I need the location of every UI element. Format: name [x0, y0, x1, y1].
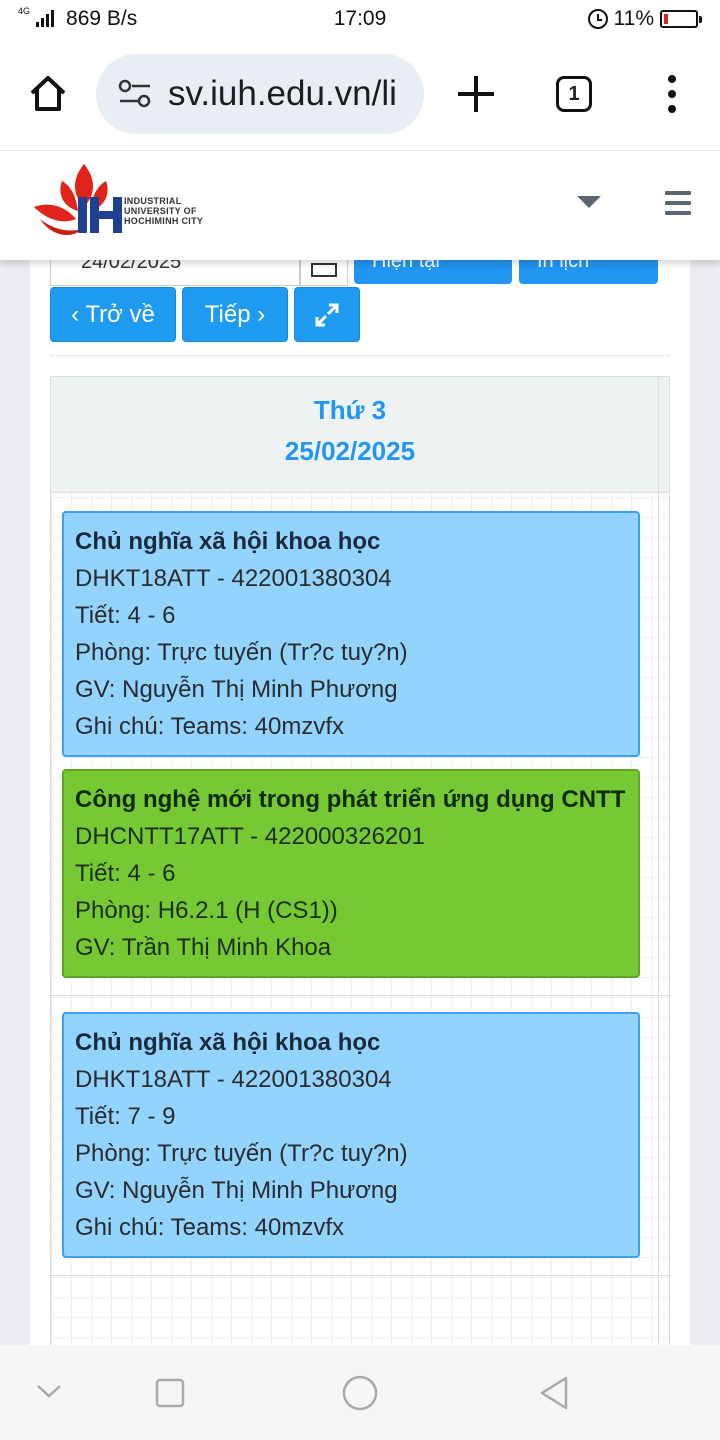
- day-date: 25/02/2025: [284, 436, 416, 466]
- event-periods: Tiết: 4 - 6: [75, 602, 176, 629]
- event-note: Ghi chú: Teams: 40mzvfx: [75, 1214, 344, 1241]
- hamburger-menu-icon[interactable]: [665, 191, 691, 215]
- battery-icon: [660, 10, 702, 28]
- date-toolbar: 24/02/2025 Hiện tại In lịch: [50, 260, 660, 286]
- event-title: Công nghệ mới trong phát triển ứng dụng …: [75, 786, 626, 813]
- current-week-button[interactable]: Hiện tại: [354, 260, 512, 284]
- browser-menu-button[interactable]: [666, 75, 678, 113]
- event-room: Phòng: H6.2.1 (H (CS1)): [75, 897, 338, 924]
- page-body: 24/02/2025 Hiện tại In lịch ‹ Trở về Tiế…: [0, 260, 720, 1345]
- date-input[interactable]: 24/02/2025: [50, 260, 300, 286]
- tab-switcher-button[interactable]: 1: [556, 76, 592, 112]
- home-icon: [30, 76, 66, 111]
- schedule-grid: Thứ 3 25/02/2025 Chủ nghĩa xã hội khoa h…: [50, 376, 670, 1345]
- calendar-icon: [311, 263, 337, 277]
- logo-caption: INDUSTRIAL UNIVERSITY OF HOCHIMINH CITY: [124, 196, 204, 226]
- site-header: INDUSTRIAL UNIVERSITY OF HOCHIMINH CITY: [0, 150, 720, 260]
- event-periods: Tiết: 4 - 6: [75, 860, 176, 887]
- system-navigation-bar: [0, 1345, 720, 1440]
- status-bar: 4G 869 B/s 17:09 11%: [0, 0, 720, 38]
- url-text[interactable]: sv.iuh.edu.vn/li: [168, 74, 397, 114]
- navigation-buttons: ‹ Trở về Tiếp ›: [50, 287, 360, 342]
- previous-week-button[interactable]: ‹ Trở về: [50, 287, 176, 342]
- network-type: 4G: [18, 6, 31, 16]
- home-button[interactable]: [20, 66, 76, 122]
- event-room: Phòng: Trực tuyến (Tr?c tuy?n): [75, 1140, 408, 1167]
- battery-percent: 11%: [613, 7, 654, 30]
- schedule-event[interactable]: Công nghệ mới trong phát triển ứng dụng …: [62, 769, 640, 978]
- chevron-down-icon[interactable]: [36, 1383, 62, 1399]
- divider: [50, 355, 670, 356]
- day-header: Thứ 3 25/02/2025: [51, 377, 669, 493]
- network-speed: 869 B/s: [66, 7, 138, 30]
- event-teacher: GV: Trần Thị Minh Khoa: [75, 934, 332, 961]
- schedule-event[interactable]: Chủ nghĩa xã hội khoa học DHKT18ATT - 42…: [62, 511, 640, 757]
- schedule-panel: 24/02/2025 Hiện tại In lịch ‹ Trở về Tiế…: [30, 260, 690, 1345]
- user-dropdown-caret-icon[interactable]: [577, 196, 601, 208]
- browser-toolbar: sv.iuh.edu.vn/li 1: [0, 40, 720, 148]
- event-room: Phòng: Trực tuyến (Tr?c tuy?n): [75, 639, 408, 666]
- day-name: Thứ 3: [313, 395, 387, 425]
- event-teacher: GV: Nguyễn Thị Minh Phương: [75, 1177, 398, 1204]
- recent-apps-square-icon[interactable]: [155, 1378, 185, 1408]
- event-title: Chủ nghĩa xã hội khoa học: [75, 528, 381, 555]
- event-periods: Tiết: 7 - 9: [75, 1103, 176, 1130]
- event-title: Chủ nghĩa xã hội khoa học: [75, 1029, 381, 1056]
- event-class-code: DHCNTT17ATT - 422000326201: [75, 823, 425, 850]
- back-triangle-icon[interactable]: [538, 1375, 570, 1411]
- schedule-event[interactable]: Chủ nghĩa xã hội khoa học DHKT18ATT - 42…: [62, 1012, 640, 1258]
- event-note: Ghi chú: Teams: 40mzvfx: [75, 713, 344, 740]
- event-class-code: DHKT18ATT - 422001380304: [75, 565, 392, 592]
- address-bar[interactable]: sv.iuh.edu.vn/li: [96, 54, 424, 134]
- home-circle-icon[interactable]: [341, 1374, 379, 1412]
- alarm-icon: [587, 9, 608, 29]
- site-settings-icon[interactable]: [118, 79, 152, 109]
- event-class-code: DHKT18ATT - 422001380304: [75, 1066, 392, 1093]
- fullscreen-button[interactable]: [294, 287, 360, 342]
- print-schedule-button[interactable]: In lịch: [519, 260, 658, 284]
- event-teacher: GV: Nguyễn Thị Minh Phương: [75, 676, 398, 703]
- calendar-button[interactable]: [300, 260, 348, 286]
- signal-icon: [36, 10, 55, 27]
- next-week-button[interactable]: Tiếp ›: [182, 287, 288, 342]
- new-tab-button[interactable]: [454, 72, 498, 116]
- expand-icon: [315, 303, 339, 326]
